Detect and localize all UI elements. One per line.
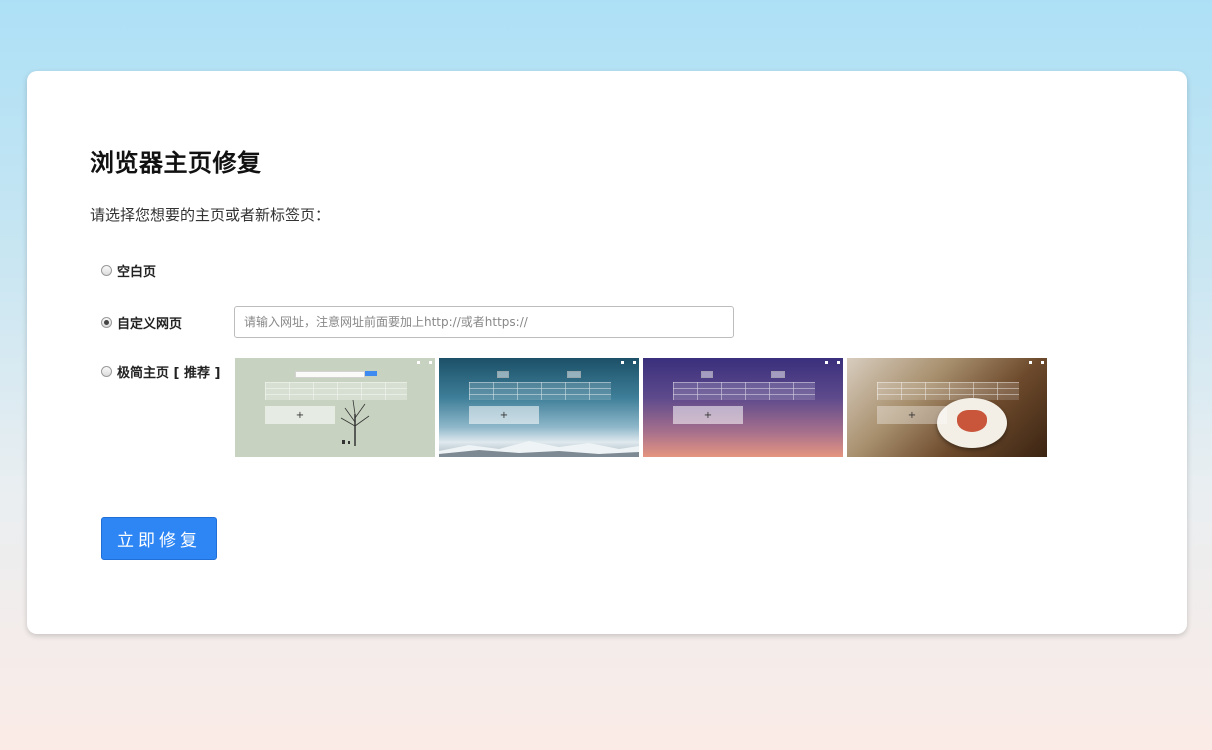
mini-search-bar	[497, 371, 509, 378]
radio-blank-page[interactable]	[101, 265, 112, 276]
option-blank-page[interactable]: 空白页	[101, 261, 156, 280]
mini-search-bar	[295, 371, 365, 378]
radio-minimal-page[interactable]	[101, 366, 112, 377]
option-label: 空白页	[117, 265, 157, 280]
heart-icon	[957, 410, 987, 432]
thumbnail-theme-tree[interactable]: +	[235, 358, 435, 457]
mini-bookmark-grid	[469, 382, 611, 400]
mini-search-button	[567, 371, 581, 378]
mini-add-tile: +	[469, 406, 539, 424]
option-label: 极简主页 [ 推荐 ]	[117, 366, 221, 381]
mini-add-tile: +	[265, 406, 335, 424]
window-controls-icon	[825, 361, 840, 364]
page-title: 浏览器主页修复	[90, 149, 262, 177]
mini-add-tile: +	[877, 406, 947, 424]
plus-icon: +	[703, 409, 713, 421]
mini-search-button	[365, 371, 377, 376]
mini-bookmark-grid	[673, 382, 815, 400]
mini-add-tile: +	[673, 406, 743, 424]
option-label: 自定义网页	[117, 317, 183, 332]
mini-bookmark-grid	[265, 382, 407, 400]
fix-now-button[interactable]: 立即修复	[101, 517, 217, 560]
option-minimal-page[interactable]: 极简主页 [ 推荐 ]	[101, 362, 220, 381]
plus-icon: +	[499, 409, 509, 421]
window-controls-icon	[1029, 361, 1044, 364]
theme-thumbnails: + + + +	[235, 358, 1047, 457]
mini-search-button	[771, 371, 785, 378]
radio-custom-page[interactable]	[101, 317, 112, 328]
thumbnail-theme-coffee[interactable]: +	[847, 358, 1047, 457]
url-input[interactable]	[234, 306, 734, 338]
mountain-illustration-icon	[439, 441, 639, 457]
page-subtitle: 请选择您想要的主页或者新标签页：	[90, 206, 331, 224]
tree-illustration-icon	[340, 399, 370, 446]
thumbnail-theme-purple-sunset[interactable]: +	[643, 358, 843, 457]
thumbnail-theme-mountain[interactable]: +	[439, 358, 639, 457]
mini-bookmark-grid	[877, 382, 1019, 400]
plus-icon: +	[907, 409, 917, 421]
coffee-cup-icon	[937, 398, 1007, 448]
window-controls-icon	[417, 361, 432, 364]
mini-search-bar	[701, 371, 713, 378]
window-controls-icon	[621, 361, 636, 364]
repair-card: 浏览器主页修复 请选择您想要的主页或者新标签页： 空白页 自定义网页 极简主页 …	[27, 71, 1187, 634]
plus-icon: +	[295, 409, 305, 421]
option-custom-page[interactable]: 自定义网页	[101, 313, 182, 332]
